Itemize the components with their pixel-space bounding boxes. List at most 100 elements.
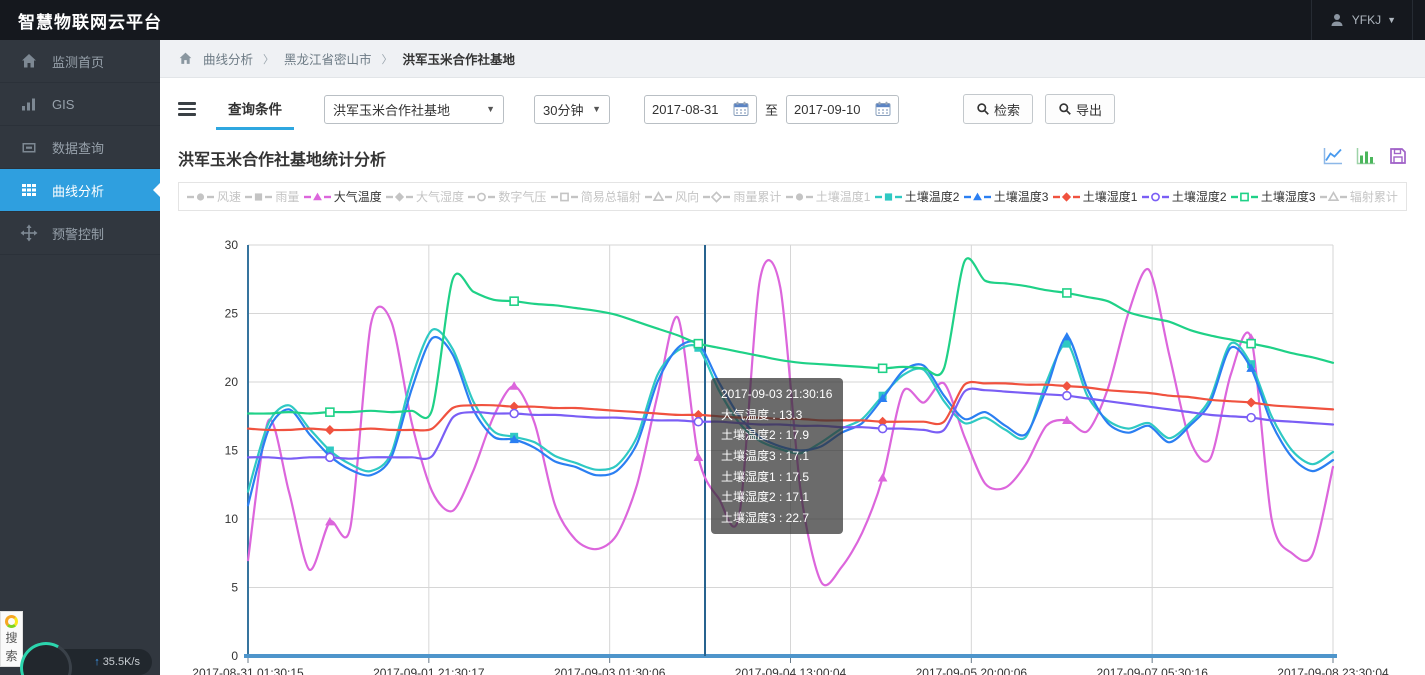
sidebar-item-label: 预警控制 — [52, 226, 105, 242]
legend-item-6[interactable]: 简易总辐射 — [550, 188, 641, 205]
legend-marker-icon — [1319, 190, 1347, 201]
sidebar-item-label: 监测首页 — [52, 54, 105, 70]
sidebar-item-data-query[interactable]: 数据查询 — [0, 126, 160, 169]
breadcrumb-item[interactable]: 黑龙江省密山市 — [284, 49, 372, 68]
legend-item-label: 雨量累计 — [733, 190, 782, 204]
legend-item-5[interactable]: 数字气压 — [468, 188, 546, 205]
interval-select[interactable]: 30分钟 ▼ — [534, 94, 610, 124]
save-image-icon[interactable] — [1389, 147, 1407, 170]
legend-item-14[interactable]: 土壤湿度3 — [1230, 188, 1316, 205]
legend-item-11[interactable]: 土壤温度3 — [963, 188, 1049, 205]
svg-text:15: 15 — [225, 444, 239, 458]
legend-item-8[interactable]: 雨量累计 — [703, 188, 781, 205]
legend-item-label: 风速 — [217, 190, 242, 204]
legend-marker-icon — [645, 190, 673, 201]
network-speed-value: 35.5K/s — [102, 656, 140, 668]
svg-text:2017-09-03 01:30:06: 2017-09-03 01:30:06 — [554, 666, 666, 675]
legend-item-label: 土壤温度1 — [815, 190, 871, 204]
export-button-label: 导出 — [1076, 102, 1103, 118]
sidebar-item-label: GIS — [52, 96, 75, 112]
menu-toggle-icon[interactable] — [178, 99, 196, 119]
main-content: 查询条件 洪军玉米合作社基地 ▼ 30分钟 ▼ 2017-08-31 至 201… — [160, 78, 1425, 675]
legend-item-label: 土壤温度3 — [993, 190, 1049, 204]
legend-marker-icon — [1052, 191, 1080, 202]
legend-item-12[interactable]: 土壤湿度1 — [1052, 188, 1138, 205]
breadcrumb-separator: 〉 — [381, 53, 393, 66]
legend-item-label: 辐射累计 — [1349, 190, 1398, 204]
legend-item-4[interactable]: 大气湿度 — [386, 188, 464, 205]
legend-marker-icon — [1141, 192, 1169, 201]
date-to-value: 2017-09-10 — [794, 101, 861, 117]
legend-item-label: 大气温度 — [333, 190, 382, 204]
chevron-down-icon: ▼ — [1387, 15, 1396, 25]
app-title: 智慧物联网云平台 — [18, 12, 162, 32]
active-item-arrow — [146, 183, 160, 197]
sidebar: 监测首页 GIS 数据查询曲线分析预警控制 — [0, 40, 160, 675]
date-range-to-label: 至 — [765, 102, 779, 118]
legend-item-13[interactable]: 土壤湿度2 — [1141, 188, 1227, 205]
svg-text:2017-09-04 13:00:04: 2017-09-04 13:00:04 — [735, 666, 847, 675]
svg-text:20: 20 — [225, 375, 239, 389]
legend-item-7[interactable]: 风向 — [645, 188, 699, 205]
legend-item-9[interactable]: 土壤温度1 — [785, 188, 871, 205]
legend-marker-icon — [187, 192, 214, 201]
query-condition-tab[interactable]: 查询条件 — [216, 88, 294, 130]
legend-marker-icon — [303, 192, 331, 200]
sidebar-item-monitor-home[interactable]: 监测首页 — [0, 40, 160, 83]
legend-marker-icon — [703, 190, 731, 203]
legend-marker-icon — [468, 192, 496, 201]
svg-text:2017-09-08 23:30:04: 2017-09-08 23:30:04 — [1277, 666, 1389, 675]
svg-text:0: 0 — [231, 649, 238, 663]
search-button-label: 检索 — [994, 102, 1021, 118]
legend-item-3[interactable]: 大气温度 — [303, 188, 382, 205]
arrows-icon — [20, 224, 38, 242]
home-icon — [22, 54, 36, 68]
date-from-input[interactable]: 2017-08-31 — [644, 94, 757, 124]
line-chart: 0 5 10 15 20 25 30 2017-08-31 01:30:15 2017-09-0… — [192, 238, 1389, 675]
breadcrumb-item[interactable]: 曲线分析 — [203, 49, 253, 68]
search-widget-label: 搜 — [5, 631, 18, 645]
chart-area: 0 5 10 15 20 25 30 2017-08-31 01:30:15 2017-09-0… — [178, 215, 1410, 675]
data-box-icon — [22, 143, 36, 153]
date-to-input[interactable]: 2017-09-10 — [786, 94, 900, 124]
legend-item-label: 数字气压 — [498, 190, 547, 204]
select-caret-icon: ▼ — [592, 104, 601, 114]
interval-select-value: 30分钟 — [543, 102, 584, 118]
svg-text:2017-09-05 20:00:06: 2017-09-05 20:00:06 — [916, 666, 1028, 675]
chart-toolbox — [1323, 147, 1407, 170]
breadcrumb-item: 洪军玉米合作社基地 — [402, 53, 516, 67]
svg-text:25: 25 — [225, 307, 239, 321]
station-select[interactable]: 洪军玉米合作社基地 ▼ — [324, 94, 504, 124]
sidebar-item-label: 数据查询 — [52, 140, 105, 156]
grid-icon — [22, 184, 36, 196]
line-chart-icon[interactable] — [1323, 147, 1343, 170]
legend-item-label: 土壤湿度2 — [1171, 190, 1227, 204]
export-button[interactable]: 导出 — [1045, 94, 1116, 124]
upload-arrow-icon: ↑ — [94, 656, 100, 668]
legend-item-10[interactable]: 土壤温度2 — [874, 188, 959, 205]
user-name: YFKJ — [1351, 13, 1382, 27]
calendar-icon — [875, 101, 891, 116]
sidebar-item-label: 曲线分析 — [52, 183, 105, 199]
svg-text:5: 5 — [231, 581, 238, 595]
legend-item-label: 大气湿度 — [416, 190, 465, 204]
search-button[interactable]: 检索 — [963, 94, 1034, 124]
legend-marker-icon — [245, 192, 273, 201]
legend-item-label: 风向 — [675, 190, 700, 204]
chart-gridlines — [248, 244, 1334, 656]
sidebar-item-curve-analysis[interactable]: 曲线分析 — [0, 169, 160, 212]
legend-marker-icon — [1230, 192, 1258, 201]
legend-item-label: 简易总辐射 — [580, 190, 641, 204]
legend-item-15[interactable]: 辐射累计 — [1319, 188, 1398, 205]
legend-marker-icon — [785, 192, 813, 201]
search-sidebar-widget[interactable]: 搜索 — [0, 611, 23, 667]
legend-item-label: 土壤湿度1 — [1082, 190, 1138, 204]
select-caret-icon: ▼ — [486, 104, 495, 114]
legend-item-1[interactable]: 风速 — [187, 188, 241, 205]
user-menu[interactable]: YFKJ ▼ — [1310, 0, 1413, 40]
gis-signal-icon — [22, 98, 35, 111]
sidebar-item-alert-control[interactable]: 预警控制 — [0, 212, 160, 255]
bar-chart-icon[interactable] — [1356, 147, 1376, 170]
sidebar-item-gis[interactable]: GIS — [0, 83, 160, 126]
legend-item-2[interactable]: 雨量 — [245, 188, 299, 205]
